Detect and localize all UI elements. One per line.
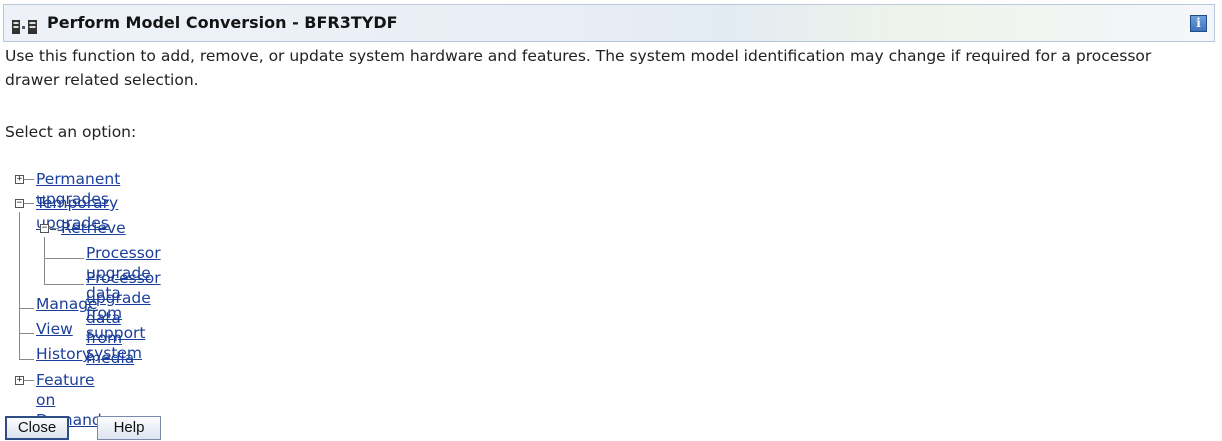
- tree-connector: [44, 237, 45, 284]
- upgrade-data-media-link[interactable]: Processor upgrade data from media: [86, 269, 161, 367]
- help-button[interactable]: Help: [97, 416, 161, 440]
- task-icon: [12, 20, 37, 34]
- retrieve-link[interactable]: Retrieve: [61, 219, 126, 237]
- tree-connector: [19, 212, 20, 360]
- tree-item-history[interactable]: History: [36, 344, 91, 364]
- tree-item-retrieve[interactable]: Retrieve: [61, 218, 126, 238]
- expand-icon[interactable]: +: [15, 376, 24, 385]
- collapse-icon[interactable]: −: [15, 199, 24, 208]
- select-option-label: Select an option:: [5, 123, 137, 141]
- title-bar: Perform Model Conversion - BFR3TYDF i: [3, 4, 1215, 42]
- manage-link[interactable]: Manage: [36, 295, 98, 313]
- history-link[interactable]: History: [36, 345, 91, 363]
- tree-item-manage[interactable]: Manage: [36, 294, 98, 314]
- description-text: Use this function to add, remove, or upd…: [5, 47, 1152, 89]
- close-button[interactable]: Close: [5, 416, 69, 440]
- tree-item-media[interactable]: Processor upgrade data from media: [86, 268, 161, 368]
- tree-item-view[interactable]: View: [36, 319, 73, 339]
- info-icon[interactable]: i: [1190, 15, 1207, 32]
- window-title: Perform Model Conversion - BFR3TYDF: [47, 13, 398, 32]
- view-link[interactable]: View: [36, 320, 73, 338]
- expand-icon[interactable]: +: [15, 175, 24, 184]
- collapse-icon[interactable]: −: [40, 224, 49, 233]
